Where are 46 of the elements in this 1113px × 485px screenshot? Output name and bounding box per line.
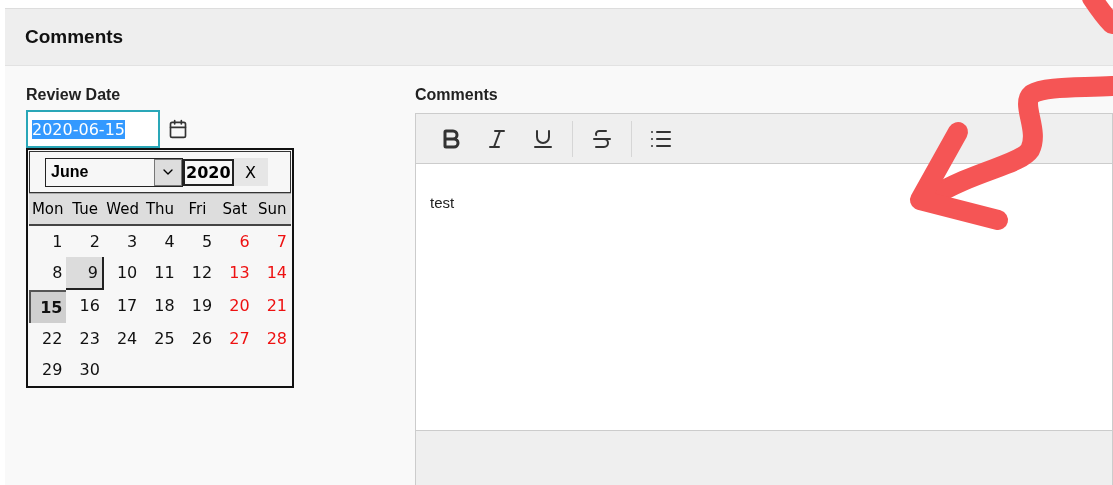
calendar-day[interactable]: 7 <box>253 226 291 257</box>
calendar-day[interactable]: 26 <box>178 323 217 354</box>
calendar-day[interactable]: 2 <box>66 226 104 257</box>
calendar-day[interactable]: 15 <box>29 290 67 323</box>
calendar-day[interactable]: 23 <box>66 323 104 354</box>
calendar-day[interactable]: 11 <box>141 257 179 290</box>
calendar-day[interactable]: 17 <box>103 290 142 323</box>
year-input[interactable]: 2020 <box>183 158 234 186</box>
weekday-header: Wed <box>103 193 142 226</box>
calendar-day[interactable]: 25 <box>141 323 179 354</box>
calendar-day[interactable]: 10 <box>103 257 142 290</box>
field-label: Review Date <box>26 86 122 104</box>
calendar-day[interactable]: 16 <box>66 290 104 323</box>
calendar-day[interactable]: 22 <box>29 323 67 354</box>
weekday-header: Mon <box>29 193 67 226</box>
calendar-day[interactable]: 9 <box>66 257 104 290</box>
calendar-day[interactable]: 14 <box>253 257 291 290</box>
calendar-day[interactable]: 29 <box>29 354 67 385</box>
calendar-day[interactable]: 3 <box>103 226 142 257</box>
calendar-day[interactable]: 4 <box>141 226 179 257</box>
calendar-day[interactable]: 13 <box>216 257 254 290</box>
close-button[interactable]: X <box>233 158 268 186</box>
calendar-day[interactable]: 30 <box>66 354 104 385</box>
calendar-day[interactable]: 1 <box>29 226 67 257</box>
calendar-day[interactable]: 21 <box>253 290 291 323</box>
rich-text-editor[interactable]: test <box>415 113 1113 485</box>
calendar-day[interactable]: 20 <box>216 290 254 323</box>
calendar-day[interactable]: 12 <box>178 257 217 290</box>
calendar-day[interactable]: 24 <box>103 323 142 354</box>
weekday-header: Fri <box>178 193 217 226</box>
calendar-day[interactable]: 28 <box>253 323 291 354</box>
calendar-day[interactable]: 5 <box>178 226 217 257</box>
calendar-day[interactable]: 6 <box>216 226 254 257</box>
calendar-icon[interactable] <box>168 119 188 139</box>
calendar-day[interactable]: 27 <box>216 323 254 354</box>
calendar-day[interactable]: 19 <box>178 290 217 323</box>
weekday-header: Thu <box>141 193 179 226</box>
month-select[interactable]: June <box>45 157 183 187</box>
weekday-header: Sat <box>216 193 254 226</box>
weekday-header: Sun <box>253 193 291 226</box>
comment-text: test <box>430 194 456 211</box>
calendar-day[interactable]: 8 <box>29 257 67 290</box>
field-label: Comments <box>415 86 499 104</box>
section-title: Comments <box>25 26 124 48</box>
calendar-day[interactable]: 18 <box>141 290 179 323</box>
weekday-header: Tue <box>66 193 104 226</box>
